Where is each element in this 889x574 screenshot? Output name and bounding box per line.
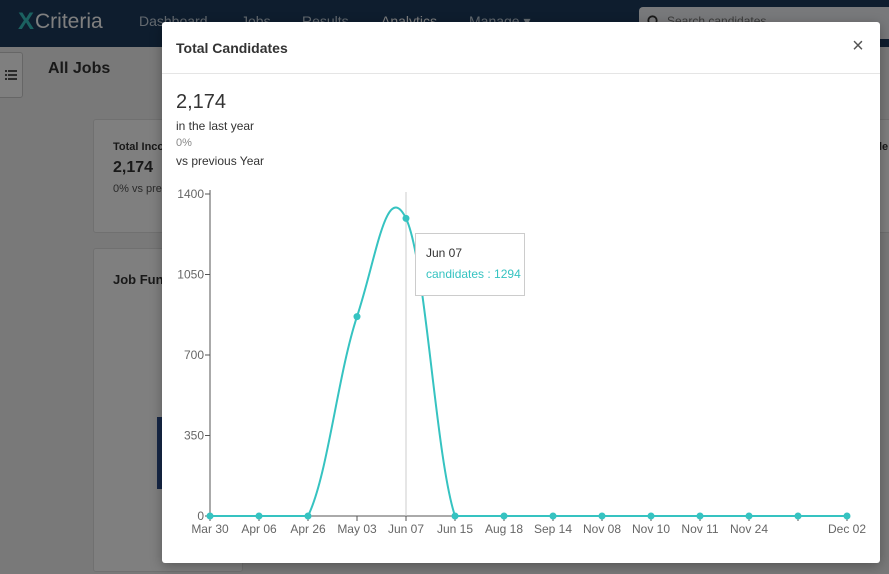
total-candidates-modal: Total Candidates × 2,174 in the last yea… xyxy=(162,22,880,563)
tooltip-date: Jun 07 xyxy=(426,246,463,260)
data-point xyxy=(794,512,802,520)
y-tick-label: 0 xyxy=(197,509,204,523)
data-point xyxy=(353,313,361,321)
tooltip-value: candidates : 1294 xyxy=(426,267,521,281)
x-tick-label: May 03 xyxy=(337,522,377,536)
x-tick-label: Nov 24 xyxy=(730,522,768,536)
x-tick-label: Sep 14 xyxy=(534,522,572,536)
x-tick-label: Mar 30 xyxy=(191,522,229,536)
data-point xyxy=(549,512,557,520)
x-tick-label: Nov 11 xyxy=(681,522,718,536)
data-point xyxy=(647,512,655,520)
y-tick-label: 350 xyxy=(184,429,204,443)
data-point xyxy=(745,512,753,520)
data-point xyxy=(598,512,606,520)
data-point xyxy=(843,512,851,520)
x-tick-label: Jun 15 xyxy=(437,522,473,536)
x-tick-label: Jun 07 xyxy=(388,522,424,536)
y-tick-label: 1400 xyxy=(177,187,204,201)
data-point xyxy=(451,512,459,520)
x-tick-label: Nov 08 xyxy=(583,522,621,536)
data-point xyxy=(304,512,312,520)
x-tick-label: Apr 26 xyxy=(290,522,326,536)
chart-tooltip: Jun 07 candidates : 1294 xyxy=(415,233,525,296)
data-point xyxy=(402,214,410,222)
x-tick-label: Aug 18 xyxy=(485,522,523,536)
y-tick-label: 700 xyxy=(184,348,204,362)
data-point xyxy=(255,512,263,520)
y-tick-label: 1050 xyxy=(177,268,204,282)
x-tick-label: Dec 02 xyxy=(828,522,866,536)
candidates-series-line xyxy=(210,206,847,517)
data-point xyxy=(206,512,214,520)
x-tick-label: Nov 10 xyxy=(632,522,670,536)
data-point xyxy=(696,512,704,520)
x-tick-label: Apr 06 xyxy=(241,522,277,536)
data-point xyxy=(500,512,508,520)
